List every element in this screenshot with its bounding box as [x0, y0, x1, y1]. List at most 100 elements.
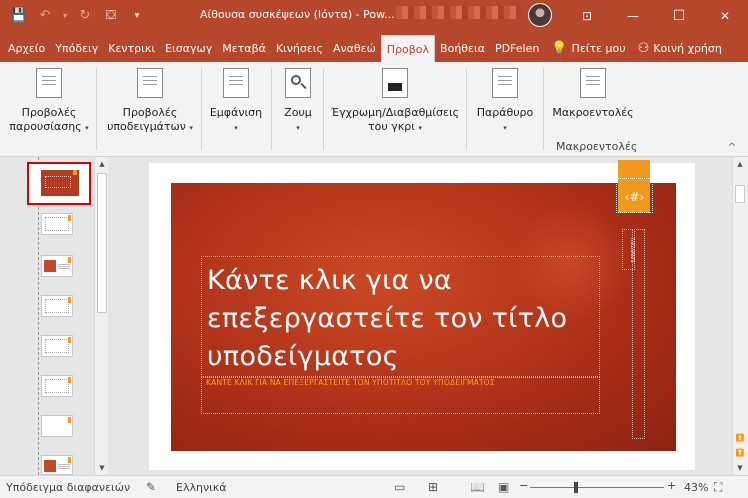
- share-label: Κοινή χρήση: [653, 42, 722, 55]
- layout-thumbnail[interactable]: [41, 213, 73, 235]
- color-grayscale-button[interactable]: Έγχρωμη/Διαβαθμίσεις του γκρι ▾: [328, 66, 462, 135]
- ribbon: Προβολές παρουσίασης ▾ Προβολές υποδειγμάτ…: [0, 62, 748, 157]
- tab-home[interactable]: Κεντρικι: [103, 35, 160, 62]
- tab-file[interactable]: Αρχείο: [0, 35, 50, 62]
- layout-thumbnail[interactable]: [41, 455, 73, 475]
- master-views-button[interactable]: Προβολές υποδειγμάτων ▾: [102, 66, 198, 135]
- divider: [201, 68, 202, 150]
- layout-thumbnail[interactable]: [41, 415, 73, 437]
- master-thumbnail-image: [41, 170, 79, 196]
- macros-icon: [580, 68, 606, 98]
- spell-check-icon[interactable]: ✎: [146, 480, 156, 494]
- layout-thumbnail[interactable]: [41, 295, 73, 317]
- next-slide-icon[interactable]: ⏬: [733, 446, 747, 460]
- color-grayscale-icon: [382, 68, 408, 98]
- ribbon-label: Προβολές: [122, 106, 178, 119]
- window-icon: [492, 68, 518, 98]
- scroll-down-icon[interactable]: ▼: [733, 461, 747, 475]
- main-scrollbar[interactable]: ▲ ⏫ ⏬ ▼: [732, 157, 748, 475]
- zoom-in-icon[interactable]: +: [667, 479, 676, 492]
- status-view-name: Υπόδειγμα διαφανειών: [6, 480, 131, 494]
- scrollbar-thumb[interactable]: [735, 185, 745, 203]
- normal-view-icon[interactable]: ▭: [394, 480, 405, 494]
- ribbon-display-options-icon[interactable]: ⊡: [564, 0, 610, 31]
- thumbnail-scrollbar[interactable]: ▲ ▼: [94, 157, 108, 475]
- dropdown-caret-icon: ▾: [418, 124, 422, 132]
- zoom-slider[interactable]: [530, 487, 664, 488]
- slide-sorter-icon[interactable]: ⊞: [428, 480, 438, 494]
- blurred-account-name: [396, 6, 521, 19]
- title-bar: 💾 ↶ ▾ ↻ ⛋ ▾ Αίθουσα συσκέψεων (Ιόντα) - …: [0, 0, 748, 31]
- undo-icon[interactable]: ↶: [34, 5, 56, 27]
- present-from-start-icon[interactable]: ⛋: [100, 5, 122, 27]
- magnifier-icon: [285, 68, 311, 98]
- share-button[interactable]: ⚇ Κοινή χρήση: [633, 35, 727, 62]
- layout-thumbnail[interactable]: [41, 255, 73, 277]
- tab-animations[interactable]: Κινήσεις: [271, 35, 328, 62]
- avatar[interactable]: [528, 3, 552, 27]
- show-icon: [223, 68, 249, 98]
- ribbon-label: του γκρι: [368, 120, 415, 133]
- dropdown-caret-icon: ▾: [503, 124, 507, 132]
- save-icon[interactable]: 💾: [8, 5, 30, 27]
- ribbon-label: υποδειγμάτων: [107, 120, 186, 133]
- undo-dropdown-icon[interactable]: ▾: [60, 5, 70, 27]
- zoom-level[interactable]: 43%: [684, 481, 708, 494]
- redo-icon[interactable]: ↻: [74, 5, 96, 27]
- divider: [323, 68, 324, 150]
- fit-slide-icon[interactable]: ⛶: [714, 480, 722, 495]
- ribbon-label: Μακροεντολές: [552, 106, 634, 119]
- dropdown-caret-icon: ▾: [234, 124, 238, 132]
- ribbon-label: Παράθυρο: [476, 106, 534, 119]
- window-title: Αίθουσα συσκέψεων (Ιόντα) - Pow...: [200, 8, 395, 21]
- close-button[interactable]: ✕: [702, 0, 748, 31]
- tab-help[interactable]: Βοήθεια: [435, 35, 490, 62]
- master-thumbnail-selected[interactable]: [27, 162, 91, 205]
- group-label-macros: Μακροεντολές: [556, 140, 638, 153]
- scroll-down-icon[interactable]: ▼: [95, 461, 109, 475]
- macros-button[interactable]: Μακροεντολές: [550, 66, 636, 120]
- status-language[interactable]: Ελληνικά: [176, 481, 227, 494]
- divider: [543, 68, 544, 150]
- tab-transitions[interactable]: Μεταβά: [217, 35, 271, 62]
- collapse-ribbon-icon[interactable]: ^: [728, 142, 736, 153]
- scrollbar-thumb[interactable]: [97, 173, 107, 313]
- slide-number-text: ‹#›: [624, 190, 645, 204]
- slide-thumbnail-pane: ▲ ▼: [0, 157, 112, 475]
- divider: [466, 68, 467, 150]
- slideshow-icon[interactable]: ▣: [498, 480, 509, 494]
- layout-thumbnail[interactable]: [41, 335, 73, 357]
- ribbon-label: Προβολές: [21, 106, 77, 119]
- tab-review[interactable]: Αναθεώ: [328, 35, 381, 62]
- previous-slide-icon[interactable]: ⏫: [733, 431, 747, 445]
- tab-pdfelement[interactable]: PDFelen: [490, 35, 544, 62]
- ribbon-label: Εμφάνιση: [209, 106, 263, 119]
- show-button[interactable]: Εμφάνιση ▾: [206, 66, 266, 135]
- ribbon-label: Ζουμ: [284, 106, 312, 119]
- maximize-button[interactable]: ☐: [656, 0, 702, 31]
- zoom-slider-handle[interactable]: [574, 482, 578, 493]
- scroll-up-icon[interactable]: ▲: [95, 157, 109, 171]
- ribbon-tabs: Αρχείο Υπόδειγ Κεντρικι Εισαγωγ Μεταβά Κ…: [0, 31, 748, 62]
- ribbon-label: Έγχρωμη/Διαβαθμίσεις: [330, 106, 460, 119]
- tab-slide-master[interactable]: Υπόδειγ: [50, 35, 103, 62]
- scroll-up-icon[interactable]: ▲: [733, 157, 747, 171]
- zoom-out-icon[interactable]: −: [519, 479, 528, 492]
- presentation-views-button[interactable]: Προβολές παρουσίασης ▾: [8, 66, 90, 135]
- window-button[interactable]: Παράθυρο ▾: [472, 66, 538, 135]
- footer-placeholder[interactable]: [632, 229, 645, 439]
- quick-access-toolbar: 💾 ↶ ▾ ↻ ⛋ ▾: [0, 5, 148, 27]
- minimize-button[interactable]: —: [610, 0, 656, 31]
- layout-thumbnail[interactable]: [41, 375, 73, 397]
- customize-toolbar-icon[interactable]: ▾: [126, 5, 148, 27]
- lightbulb-icon: 💡: [551, 41, 568, 56]
- dropdown-caret-icon: ▾: [85, 124, 89, 132]
- tab-insert[interactable]: Εισαγωγ: [160, 35, 217, 62]
- zoom-button[interactable]: Ζουμ ▾: [277, 66, 319, 135]
- reading-view-icon[interactable]: 📖: [470, 480, 485, 494]
- tell-me-search[interactable]: 💡 Πείτε μου: [546, 35, 630, 62]
- ribbon-label: παρουσίασης: [9, 120, 82, 133]
- master-views-icon: [137, 68, 163, 98]
- slide-subtitle: ΚΑΝΤΕ ΚΛΙΚ ΓΙΑ ΝΑ ΕΠΕΞΕΡΓΑΣΤΕΙΤΕ ΤΟΝ ΥΠΟ…: [206, 378, 495, 387]
- tab-view[interactable]: Προβολ: [380, 35, 436, 62]
